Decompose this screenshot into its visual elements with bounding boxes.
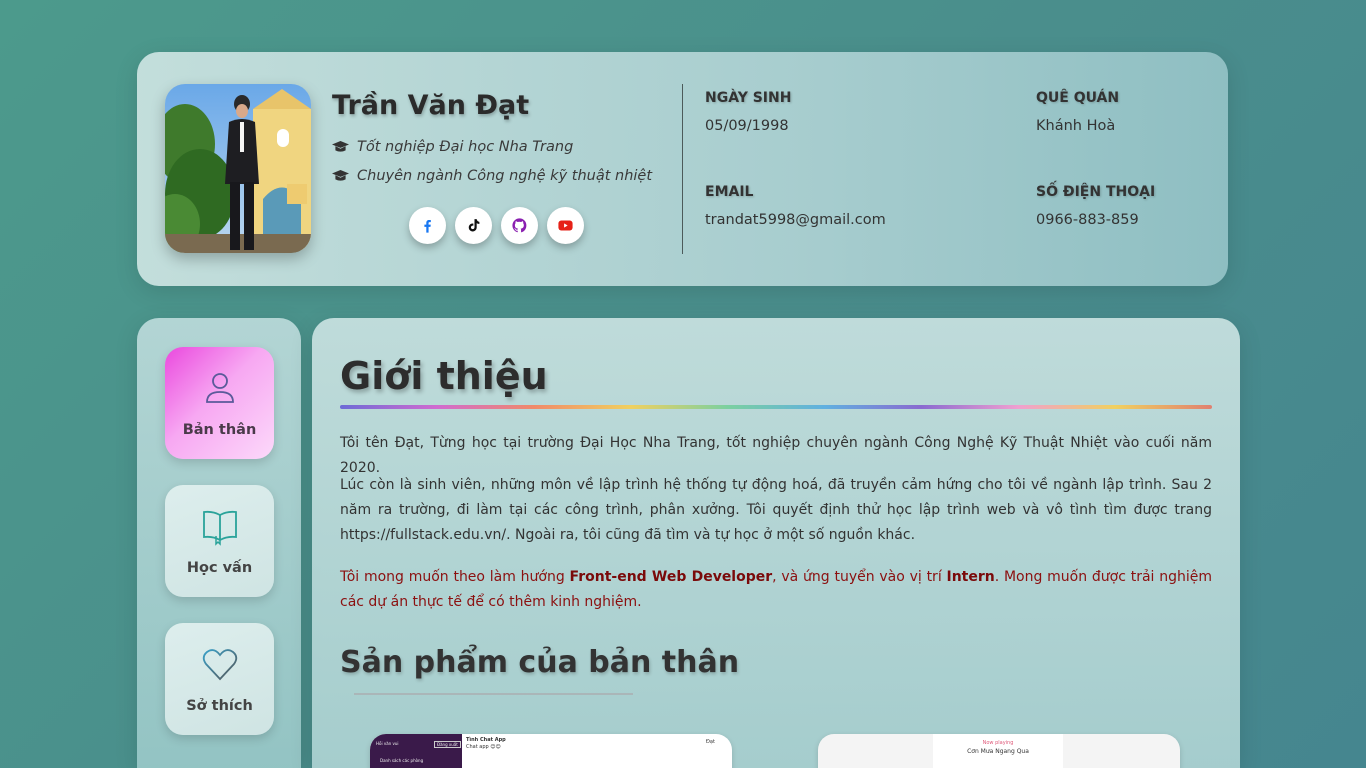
product-card-chat-app[interactable]: Hồi văn vui Đăng xuất Danh sách các phòn… [370,734,732,768]
facebook-button[interactable] [409,207,446,244]
p3-text-a: Tôi mong muốn theo làm hướng [340,569,570,585]
products-underline [354,693,633,695]
chat-user: Đạt [706,739,715,745]
product-card-music-app[interactable]: Now playing Cơn Mưa Ngang Qua [818,734,1180,768]
profile-name: Trần Văn Đạt [332,90,530,121]
section-title: Giới thiệu [340,354,548,398]
facebook-icon [424,220,431,233]
youtube-icon [558,220,573,231]
birthday-value: 05/09/1998 [705,118,789,134]
graduation-cap-icon [332,170,349,181]
email-value: trandat5998@gmail.com [705,212,886,228]
phone-label: SỐ ĐIỆN THOẠI [1036,184,1156,200]
avatar [165,84,311,253]
graduation-cap-icon [332,141,349,152]
phone-value: 0966-883-859 [1036,212,1139,228]
profile-header-card: Trần Văn Đạt Tốt nghiệp Đại học Nha Tran… [137,52,1228,286]
intro-paragraph-3: Tôi mong muốn theo làm hướng Front-end W… [340,565,1212,615]
chat-side-title: Hồi văn vui [376,741,399,746]
youtube-button[interactable] [547,207,584,244]
p3-text-c: , và ứng tuyển vào vị trí [772,569,947,585]
book-icon [202,510,237,546]
user-icon [205,373,234,403]
education-line: Tốt nghiệp Đại học Nha Trang [332,139,573,155]
education-text: Tốt nghiệp Đại học Nha Trang [357,139,574,155]
p3-highlight-role: Front-end Web Developer [569,569,773,585]
intro-paragraph-2: Lúc còn là sinh viên, những môn về lập t… [340,477,1212,543]
sidebar-item-label: Bản thân [182,422,257,438]
tiktok-button[interactable] [455,207,492,244]
title-underline [340,405,1212,409]
main-content: Giới thiệu Tôi tên Đạt, Từng học tại trư… [312,318,1240,768]
heart-icon [202,649,237,681]
github-button[interactable] [501,207,538,244]
github-icon [512,218,527,233]
chat-logout-button: Đăng xuất [434,741,461,748]
p3-highlight-position: Intern [946,569,995,585]
chat-title: Tình Chat App [466,737,506,743]
sidebar-item-label: Học vấn [186,560,253,576]
social-links [409,207,584,244]
sidebar-item-so-thich[interactable]: Sở thích [165,623,274,735]
music-player: Now playing Cơn Mưa Ngang Qua [933,734,1063,768]
chat-app-sidebar: Hồi văn vui Đăng xuất Danh sách các phòn… [370,734,462,768]
hometown-label: QUÊ QUÁN [1036,90,1120,106]
chat-room-list: Danh sách các phòng [380,758,424,763]
now-playing-label: Now playing [982,740,1014,746]
major-line: Chuyên ngành Công nghệ kỹ thuật nhiệt [332,168,652,184]
sidebar-item-ban-than[interactable]: Bản thân [165,347,274,459]
sidebar-item-label: Sở thích [186,698,253,714]
email-label: EMAIL [705,184,754,200]
products-title: Sản phẩm của bản thân [340,645,740,680]
major-text: Chuyên ngành Công nghệ kỹ thuật nhiệt [357,168,653,184]
chat-subtitle: Chat app 😊😊 [466,744,501,750]
hometown-value: Khánh Hoà [1036,118,1116,134]
birthday-label: NGÀY SINH [705,90,792,106]
avatar-photo [165,84,311,253]
header-divider [682,84,683,254]
sidebar: Bản thân Học vấn Sở thích [137,318,301,768]
tiktok-icon [468,219,480,232]
sidebar-item-hoc-van[interactable]: Học vấn [165,485,274,597]
song-title: Cơn Mưa Ngang Qua [967,748,1029,755]
